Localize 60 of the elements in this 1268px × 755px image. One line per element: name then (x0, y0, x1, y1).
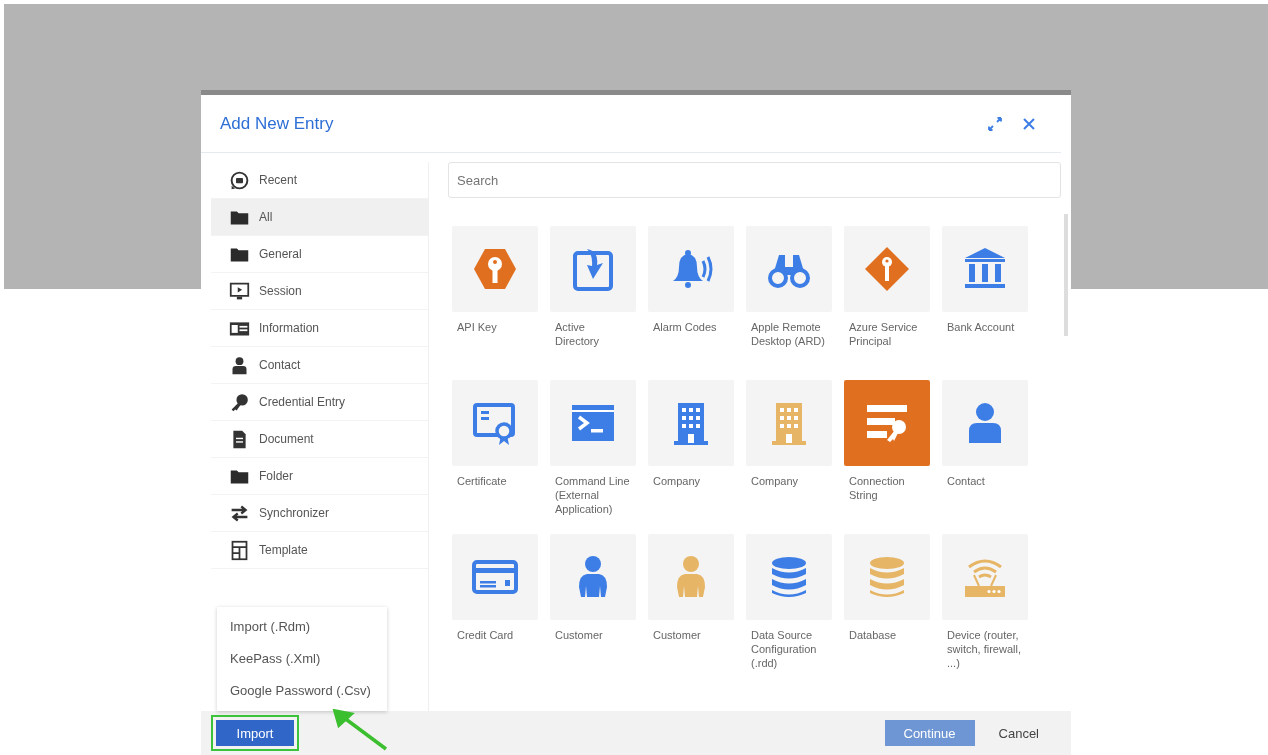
entry-label: Apple Remote Desktop (ARD) (750, 320, 826, 348)
entry-tile[interactable] (942, 226, 1028, 312)
entry-tile[interactable] (648, 534, 734, 620)
sidebar-item[interactable]: Session (211, 273, 428, 310)
entry-label: Bank Account (946, 320, 1016, 334)
key-icon (229, 391, 250, 413)
sidebar-item[interactable]: Folder (211, 458, 428, 495)
entry-label: Customer (554, 628, 604, 642)
entry-tile[interactable] (746, 534, 832, 620)
entry-tile[interactable] (648, 380, 734, 466)
entry-label: Company (750, 474, 800, 488)
entry-tile[interactable] (844, 380, 930, 466)
close-icon[interactable] (1021, 115, 1037, 132)
import-button[interactable]: Import (216, 720, 294, 746)
entry-tile[interactable] (452, 534, 538, 620)
sidebar-item[interactable]: Contact (211, 347, 428, 384)
entry-label: Certificate (456, 474, 508, 488)
sidebar-item[interactable]: Information (211, 310, 428, 347)
entry-label: Company (652, 474, 702, 488)
entry-tile[interactable] (942, 380, 1028, 466)
sidebar-item[interactable]: Template (211, 532, 428, 569)
entry-label: Contact (946, 474, 986, 488)
sidebar-item[interactable]: Document (211, 421, 428, 458)
sidebar-item[interactable]: Synchronizer (211, 495, 428, 532)
monitor-play-icon (229, 280, 250, 302)
menu-item[interactable]: Google Password (.Csv) (217, 675, 387, 707)
entry-tile[interactable] (844, 534, 930, 620)
entry-tile[interactable] (746, 380, 832, 466)
entry-label: Alarm Codes (652, 320, 718, 334)
entry-tile[interactable] (942, 534, 1028, 620)
history-icon (229, 169, 250, 191)
search-field[interactable]: Search (448, 162, 1061, 198)
expand-icon[interactable] (987, 115, 1003, 132)
entry-label: API Key (456, 320, 498, 334)
entry-tile[interactable] (550, 380, 636, 466)
sidebar-item[interactable]: All (211, 199, 428, 236)
entry-tile[interactable] (550, 226, 636, 312)
entry-tile[interactable] (648, 226, 734, 312)
sidebar-item[interactable]: General (211, 236, 428, 273)
entry-label: Command Line (External Application) (554, 474, 631, 516)
template-icon (229, 539, 250, 561)
entry-tile[interactable] (550, 534, 636, 620)
entry-label: Connection String (848, 474, 906, 502)
entry-label: Azure Service Principal (848, 320, 919, 348)
entry-label: Credit Card (456, 628, 515, 642)
entry-label: Database (848, 628, 898, 642)
dialog-title: Add New Entry (220, 113, 334, 134)
entry-label: Data Source Configuration (.rdd) (750, 628, 818, 670)
entry-label: Device (router, switch, firewall, ...) (946, 628, 1022, 670)
menu-item[interactable]: Import (.Rdm) (217, 611, 387, 643)
cancel-button[interactable]: Cancel (992, 724, 1045, 742)
entry-tile[interactable] (844, 226, 930, 312)
entry-tile[interactable] (452, 380, 538, 466)
entry-label: Active Directory (554, 320, 600, 348)
entry-tile[interactable] (746, 226, 832, 312)
scrollbar[interactable] (1064, 214, 1068, 336)
sidebar-item[interactable]: Credential Entry (211, 384, 428, 421)
entry-tile[interactable] (452, 226, 538, 312)
entry-label: Customer (652, 628, 702, 642)
menu-item[interactable]: KeePass (.Xml) (217, 643, 387, 675)
